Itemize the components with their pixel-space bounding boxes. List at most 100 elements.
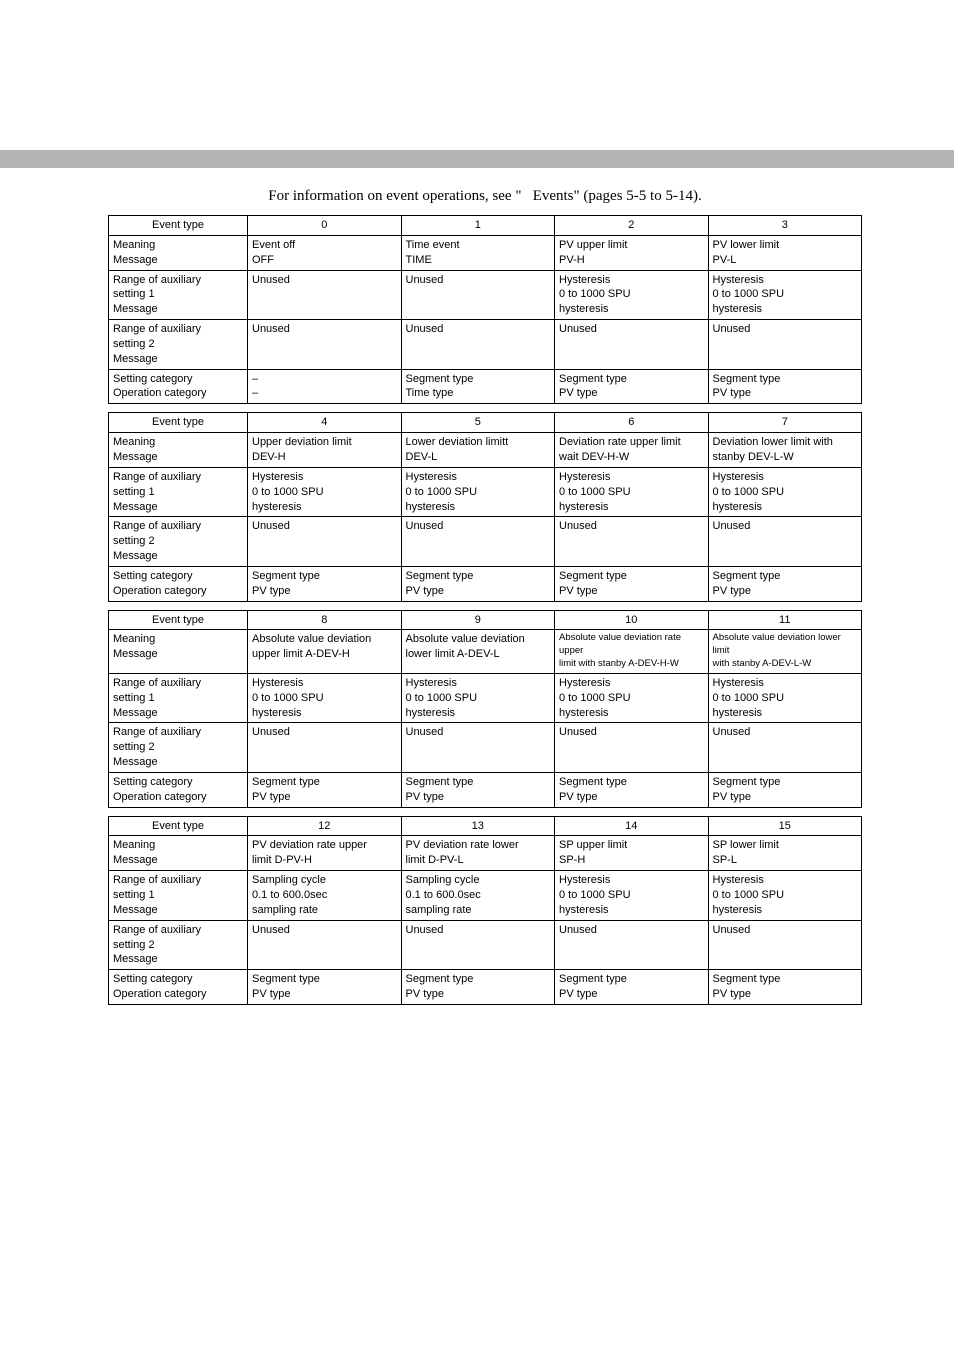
row-label-aux2: Range of auxiliarysetting 2Message [109, 723, 248, 773]
cell-aux1: Hysteresis0 to 1000 SPUhysteresis [708, 871, 862, 921]
cell-aux2: Unused [401, 723, 555, 773]
cell-aux1: Sampling cycle0.1 to 600.0secsampling ra… [401, 871, 555, 921]
row-label-meaning: MeaningMessage [109, 630, 248, 673]
cell-aux1: Hysteresis0 to 1000 SPUhysteresis [555, 673, 709, 723]
cell-meaning: PV lower limitPV-L [708, 235, 862, 270]
cell-aux2: Unused [555, 517, 709, 567]
row-label-aux1: Range of auxiliarysetting 1Message [109, 270, 248, 320]
cell-aux1: Hysteresis0 to 1000 SPUhysteresis [555, 871, 709, 921]
cell-aux1: Unused [248, 270, 402, 320]
cell-aux1: Hysteresis0 to 1000 SPUhysteresis [248, 673, 402, 723]
cell-aux2: Unused [248, 723, 402, 773]
cell-setop: –– [248, 369, 402, 404]
cell-meaning: SP lower limitSP-L [708, 836, 862, 871]
cell-setop: Segment typePV type [555, 369, 709, 404]
cell-aux2: Unused [708, 920, 862, 970]
row-label-aux1: Range of auxiliarysetting 1Message [109, 673, 248, 723]
row-label-setop: Setting categoryOperation category [109, 772, 248, 807]
cell-meaning: Absolute value deviationlower limit A-DE… [401, 630, 555, 673]
cell-aux2: Unused [555, 920, 709, 970]
cell-meaning: Absolute value deviation lower limitwith… [708, 630, 862, 673]
cell-aux1: Sampling cycle0.1 to 600.0secsampling ra… [248, 871, 402, 921]
cell-aux1: Hysteresis0 to 1000 SPUhysteresis [401, 673, 555, 723]
cell-setop: Segment typePV type [248, 772, 402, 807]
cell-aux2: Unused [555, 320, 709, 370]
cell-aux2: Unused [248, 517, 402, 567]
cell-setop: Segment typeTime type [401, 369, 555, 404]
row-header-event-type: Event type [109, 413, 248, 433]
row-label-aux2: Range of auxiliarysetting 2Message [109, 517, 248, 567]
row-label-aux2: Range of auxiliarysetting 2Message [109, 920, 248, 970]
cell-aux1: Hysteresis0 to 1000 SPUhysteresis [708, 673, 862, 723]
cell-setop: Segment typePV type [555, 772, 709, 807]
event-table-2: Event type891011MeaningMessageAbsolute v… [108, 610, 862, 808]
cell-aux1: Unused [401, 270, 555, 320]
cell-aux2: Unused [708, 723, 862, 773]
col-header: 7 [708, 413, 862, 433]
cell-meaning: PV upper limitPV-H [555, 235, 709, 270]
cell-aux2: Unused [401, 320, 555, 370]
event-table-3: Event type12131415 MeaningMessage PV devia… [108, 816, 862, 1005]
row-label-aux1: Range of auxiliarysetting 1Message [109, 871, 248, 921]
caption-text: For information on event operations, see… [108, 188, 862, 205]
row-header-event-type: Event type [109, 610, 248, 630]
col-header: 11 [708, 610, 862, 630]
row-label-meaning: MeaningMessage [109, 235, 248, 270]
cell-setop: Segment typePV type [555, 970, 709, 1005]
cell-aux2: Unused [401, 920, 555, 970]
cell-meaning: Absolute value deviationupper limit A-DE… [248, 630, 402, 673]
cell-meaning: Upper deviation limitDEV-H [248, 433, 402, 468]
col-header: 15 [708, 816, 862, 836]
row-header-event-type: Event type [109, 816, 248, 836]
cell-setop: Segment typePV type [708, 772, 862, 807]
col-header: 13 [401, 816, 555, 836]
cell-aux2: Unused [555, 723, 709, 773]
cell-aux1: Hysteresis0 to 1000 SPUhysteresis [708, 270, 862, 320]
cell-setop: Segment typePV type [708, 566, 862, 601]
row-label-meaning: MeaningMessage [109, 433, 248, 468]
cell-aux1: Hysteresis0 to 1000 SPUhysteresis [708, 467, 862, 517]
cell-meaning: PV deviation rate lowerlimit D-PV-L [401, 836, 555, 871]
row-label-setop: Setting categoryOperation category [109, 369, 248, 404]
cell-meaning: Deviation rate upper limitwait DEV-H-W [555, 433, 709, 468]
row-label-meaning: MeaningMessage [109, 836, 248, 871]
cell-setop: Segment typePV type [401, 566, 555, 601]
row-label-aux1: Range of auxiliarysetting 1Message [109, 467, 248, 517]
row-label-setop: Setting categoryOperation category [109, 970, 248, 1005]
cell-meaning: Absolute value deviation rate upperlimit… [555, 630, 709, 673]
cell-aux1: Hysteresis0 to 1000 SPUhysteresis [248, 467, 402, 517]
col-header: 1 [401, 216, 555, 236]
cell-aux2: Unused [248, 920, 402, 970]
col-header: 14 [555, 816, 709, 836]
cell-setop: Segment typePV type [401, 772, 555, 807]
col-header: 9 [401, 610, 555, 630]
cell-aux2: Unused [708, 517, 862, 567]
event-table-0: Event type0123MeaningMessageEvent offOFF… [108, 215, 862, 404]
cell-meaning: Lower deviation limittDEV-L [401, 433, 555, 468]
col-header: 3 [708, 216, 862, 236]
cell-setop: Segment typePV type [708, 970, 862, 1005]
header-bar [0, 150, 954, 168]
cell-aux2: Unused [401, 517, 555, 567]
col-header: 0 [248, 216, 402, 236]
cell-aux2: Unused [248, 320, 402, 370]
event-table-1: Event type4567MeaningMessageUpper deviat… [108, 412, 862, 601]
cell-setop: Segment typePV type [555, 566, 709, 601]
col-header: 4 [248, 413, 402, 433]
col-header: 5 [401, 413, 555, 433]
cell-setop: Segment typePV type [401, 970, 555, 1005]
tables-container: Event type0123MeaningMessageEvent offOFF… [108, 215, 862, 1005]
cell-meaning: Event offOFF [248, 235, 402, 270]
cell-aux1: Hysteresis0 to 1000 SPUhysteresis [555, 270, 709, 320]
col-header: 8 [248, 610, 402, 630]
row-label-setop: Setting categoryOperation category [109, 566, 248, 601]
cell-setop: Segment typePV type [708, 369, 862, 404]
cell-aux2: Unused [708, 320, 862, 370]
col-header: 10 [555, 610, 709, 630]
cell-meaning: Time eventTIME [401, 235, 555, 270]
cell-meaning: SP upper limitSP-H [555, 836, 709, 871]
col-header: 12 [248, 816, 402, 836]
col-header: 2 [555, 216, 709, 236]
row-label-aux2: Range of auxiliarysetting 2Message [109, 320, 248, 370]
cell-setop: Segment typePV type [248, 970, 402, 1005]
